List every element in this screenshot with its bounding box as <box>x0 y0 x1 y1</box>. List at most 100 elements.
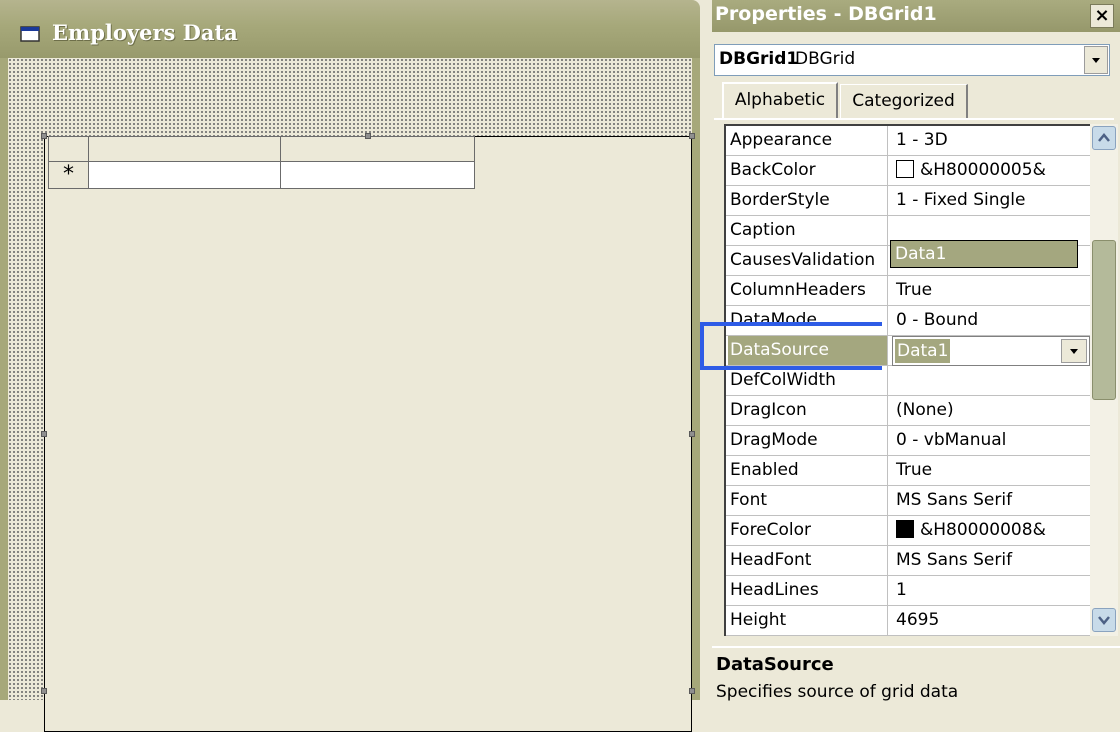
property-row-height[interactable]: Height 4695 <box>726 606 1090 636</box>
property-value[interactable]: (None) <box>892 396 1090 425</box>
property-name: DataSource <box>728 336 888 365</box>
property-name: DataMode <box>728 306 888 335</box>
resize-handle[interactable] <box>689 431 695 437</box>
resize-handle[interactable] <box>41 431 47 437</box>
property-value[interactable]: &H80000008& <box>892 516 1090 545</box>
property-value[interactable] <box>892 366 1090 395</box>
property-value-text: &H80000008& <box>920 520 1046 540</box>
tab-categorized[interactable]: Categorized <box>840 84 968 118</box>
property-list[interactable]: Appearance 1 - 3D BackColor &H80000005& … <box>724 124 1090 636</box>
property-name: CausesValidation <box>728 246 888 275</box>
dbgrid-table[interactable]: * <box>48 136 475 189</box>
description-panel: DataSource Specifies source of grid data <box>712 646 1120 702</box>
object-type: DBGrid <box>795 49 856 69</box>
scroll-up-button[interactable] <box>1092 126 1116 150</box>
property-row-datasource[interactable]: DataSource Data1 <box>726 336 1090 366</box>
form-frame <box>692 58 700 700</box>
property-name: DragMode <box>728 426 888 455</box>
chevron-up-icon <box>1098 133 1110 142</box>
grid-cell[interactable] <box>280 161 475 189</box>
property-name: BorderStyle <box>728 186 888 215</box>
property-row-backcolor[interactable]: BackColor &H80000005& <box>726 156 1090 186</box>
resize-handle[interactable] <box>41 688 47 694</box>
property-value[interactable]: 4695 <box>892 606 1090 635</box>
property-row-headlines[interactable]: HeadLines 1 <box>726 576 1090 606</box>
property-row-borderstyle[interactable]: BorderStyle 1 - Fixed Single <box>726 186 1090 216</box>
property-value-text: &H80000005& <box>920 160 1046 180</box>
property-row-datamode[interactable]: DataMode 0 - Bound <box>726 306 1090 336</box>
grid-corner-cell <box>48 136 89 162</box>
property-value[interactable]: MS Sans Serif <box>892 546 1090 575</box>
property-value[interactable]: MS Sans Serif <box>892 486 1090 515</box>
property-row-font[interactable]: Font MS Sans Serif <box>726 486 1090 516</box>
resize-handle[interactable] <box>689 688 695 694</box>
grid-column-header[interactable] <box>88 136 281 162</box>
property-name: Caption <box>728 216 888 245</box>
chevron-down-icon <box>1098 616 1110 625</box>
color-swatch-icon <box>896 520 914 538</box>
property-value[interactable]: 1 - 3D <box>892 126 1090 155</box>
property-name: DragIcon <box>728 396 888 425</box>
property-row-columnheaders[interactable]: ColumnHeaders True <box>726 276 1090 306</box>
scroll-down-button[interactable] <box>1092 608 1116 632</box>
tab-divider <box>714 118 1114 120</box>
property-row-forecolor[interactable]: ForeColor &H80000008& <box>726 516 1090 546</box>
property-value[interactable]: 0 - Bound <box>892 306 1090 335</box>
property-value[interactable]: 1 <box>892 576 1090 605</box>
form-icon <box>20 26 40 42</box>
form-title: Employers Data <box>52 20 238 45</box>
property-name: Appearance <box>728 126 888 155</box>
property-name: Height <box>728 606 888 635</box>
datasource-dropdown-option[interactable]: Data1 <box>890 240 1078 268</box>
properties-titlebar[interactable]: Properties - DBGrid1 × <box>712 0 1120 32</box>
chevron-down-icon <box>1092 58 1100 63</box>
property-row-headfont[interactable]: HeadFont MS Sans Serif <box>726 546 1090 576</box>
resize-handle[interactable] <box>365 133 371 139</box>
property-value[interactable]: True <box>892 456 1090 485</box>
property-name: HeadLines <box>728 576 888 605</box>
property-row-appearance[interactable]: Appearance 1 - 3D <box>726 126 1090 156</box>
property-value[interactable]: True <box>892 276 1090 305</box>
property-name: HeadFont <box>728 546 888 575</box>
property-name: Enabled <box>728 456 888 485</box>
object-name: DBGrid1 <box>719 49 799 69</box>
property-name: DefColWidth <box>728 366 888 395</box>
property-row-dragicon[interactable]: DragIcon (None) <box>726 396 1090 426</box>
grid-column-header[interactable] <box>280 136 475 162</box>
form-titlebar[interactable]: Employers Data <box>0 0 700 58</box>
grid-header-row <box>48 136 475 162</box>
property-name: Font <box>728 486 888 515</box>
grid-cell[interactable] <box>88 161 281 189</box>
datasource-combobox[interactable]: Data1 <box>892 336 1090 366</box>
resize-handle[interactable] <box>689 133 695 139</box>
scroll-thumb[interactable] <box>1092 240 1116 400</box>
property-name: ForeColor <box>728 516 888 545</box>
properties-title: Properties - DBGrid1 <box>715 3 937 25</box>
form-canvas[interactable]: * <box>8 58 695 732</box>
property-value[interactable]: 1 - Fixed Single <box>892 186 1090 215</box>
dropdown-button[interactable] <box>1061 339 1087 363</box>
object-selector[interactable]: DBGrid1 DBGrid <box>714 44 1110 76</box>
chevron-down-icon <box>1070 349 1078 354</box>
property-value[interactable]: 0 - vbManual <box>892 426 1090 455</box>
dropdown-button[interactable] <box>1084 46 1108 74</box>
property-list-scrollbar[interactable] <box>1090 124 1118 636</box>
resize-handle[interactable] <box>41 133 47 139</box>
dbgrid-control[interactable] <box>44 136 692 732</box>
tab-alphabetic[interactable]: Alphabetic <box>722 82 838 118</box>
description-title: DataSource <box>716 654 834 675</box>
grid-new-row[interactable]: * <box>48 161 475 189</box>
color-swatch-icon <box>896 160 914 178</box>
property-row-enabled[interactable]: Enabled True <box>726 456 1090 486</box>
close-button[interactable]: × <box>1090 4 1114 28</box>
form-frame <box>0 58 8 700</box>
description-text: Specifies source of grid data <box>716 682 959 702</box>
properties-window: Properties - DBGrid1 × DBGrid1 DBGrid Al… <box>712 0 1120 702</box>
property-row-defcolwidth[interactable]: DefColWidth <box>726 366 1090 396</box>
property-row-dragmode[interactable]: DragMode 0 - vbManual <box>726 426 1090 456</box>
new-row-indicator-icon: * <box>48 161 89 189</box>
property-name: ColumnHeaders <box>728 276 888 305</box>
form-designer-window: Employers Data * <box>0 0 700 732</box>
property-value[interactable]: Data1 <box>895 339 951 363</box>
property-value[interactable]: &H80000005& <box>892 156 1090 185</box>
